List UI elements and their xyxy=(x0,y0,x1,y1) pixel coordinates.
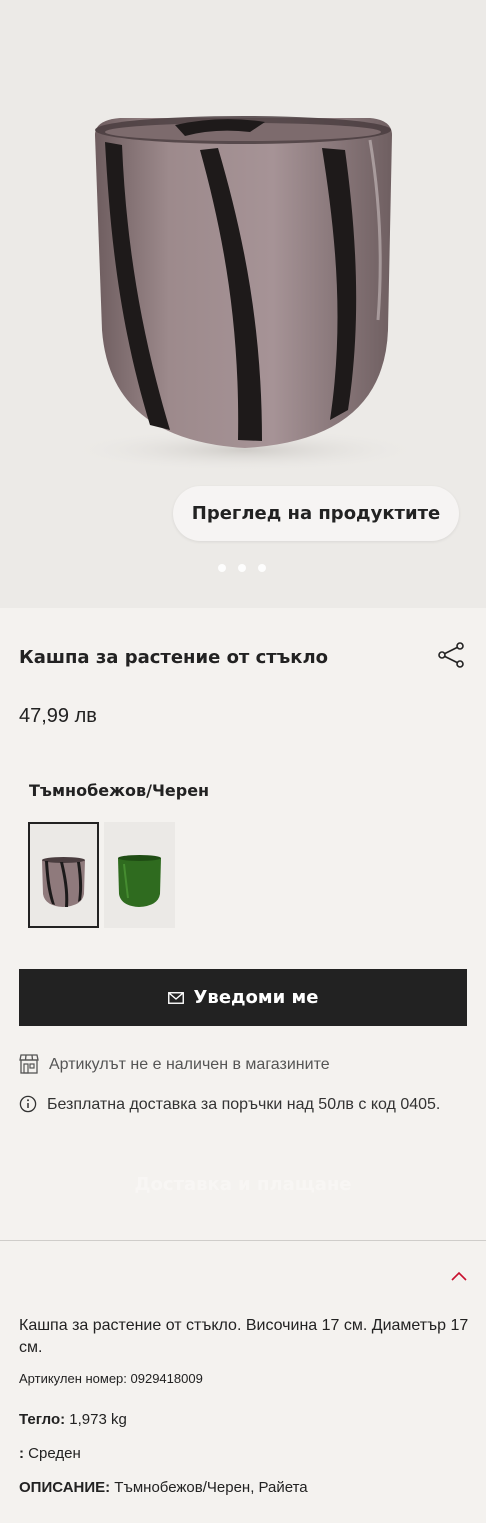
spec-size: : Среден xyxy=(19,1445,81,1462)
gallery-pagination xyxy=(218,564,266,572)
gallery-dot[interactable] xyxy=(258,564,266,572)
article-number: Артикулен номер: 0929418009 xyxy=(19,1371,203,1386)
spec-weight-value: 1,973 kg xyxy=(65,1411,127,1428)
section-divider xyxy=(0,1240,486,1241)
chevron-up-icon[interactable] xyxy=(451,1271,467,1281)
spec-description-label: ОПИСАНИЕ: xyxy=(19,1479,111,1496)
gallery-dot[interactable] xyxy=(238,564,246,572)
spec-weight-label: Тегло: xyxy=(19,1411,66,1428)
free-delivery-text: Безплатна доставка за поръчки над 50лв с… xyxy=(47,1096,441,1113)
store-availability: Артикулът не е наличен в магазините xyxy=(19,1053,330,1076)
spec-size-value: Среден xyxy=(24,1445,81,1462)
product-price: 47,99 лв xyxy=(19,705,97,727)
product-image-gallery[interactable]: Преглед на продуктите xyxy=(0,0,486,608)
notify-me-label: Уведоми ме xyxy=(193,987,319,1008)
spec-description: ОПИСАНИЕ: Тъмнобежов/Черен, Райета xyxy=(19,1479,308,1496)
share-icon[interactable] xyxy=(436,640,466,670)
info-icon xyxy=(19,1095,37,1113)
product-title: Кашпа за растение от стъкло xyxy=(19,647,329,668)
free-delivery-info: Безплатна доставка за поръчки над 50лв с… xyxy=(19,1093,459,1116)
store-icon xyxy=(19,1054,39,1074)
product-description: Кашпа за растение от стъкло. Височина 17… xyxy=(19,1317,469,1356)
envelope-icon xyxy=(167,991,184,1004)
delivery-and-payment-link[interactable]: Доставка и плащане xyxy=(0,1174,486,1195)
spec-weight: Тегло: 1,973 kg xyxy=(19,1411,127,1428)
product-overview-button[interactable]: Преглед на продуктите xyxy=(173,486,459,541)
notify-me-button[interactable]: Уведоми ме xyxy=(19,969,467,1026)
store-availability-text: Артикулът не е наличен в магазините xyxy=(49,1056,330,1073)
selected-color-name: Тъмнобежов/Черен xyxy=(29,781,210,800)
color-swatch-green[interactable] xyxy=(104,822,175,928)
gallery-dot[interactable] xyxy=(218,564,226,572)
spec-description-value: Тъмнобежов/Черен, Райета xyxy=(110,1479,308,1496)
color-swatch-beige-black[interactable] xyxy=(28,822,99,928)
